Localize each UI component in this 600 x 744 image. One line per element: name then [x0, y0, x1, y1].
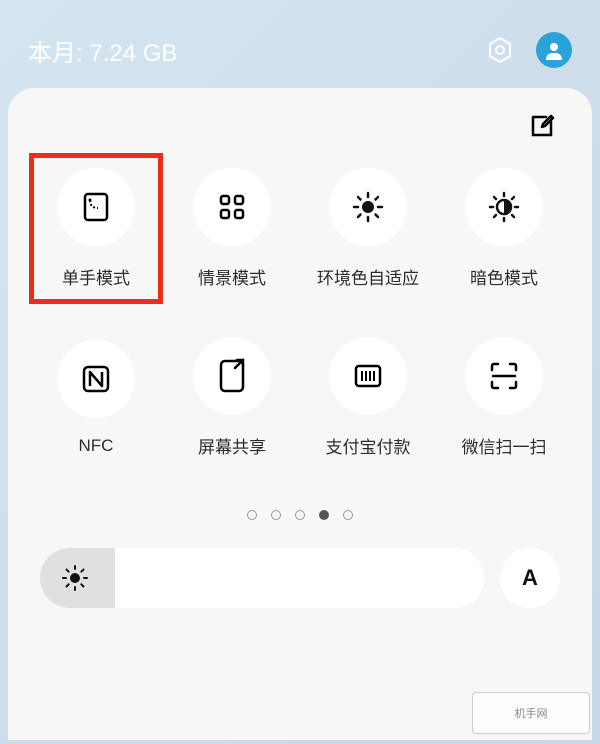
tile-label: 暗色模式: [470, 264, 538, 289]
auto-brightness-button[interactable]: A: [500, 548, 560, 608]
scan-icon: [465, 337, 543, 415]
tile-screen-share[interactable]: 屏幕共享: [168, 325, 296, 470]
page-dot[interactable]: [343, 510, 353, 520]
brightness-half-icon: [465, 168, 543, 246]
tile-scene-mode[interactable]: 情景模式: [168, 156, 296, 301]
grid-icon: [193, 168, 271, 246]
tile-label: 微信扫一扫: [462, 433, 547, 458]
edit-tiles-button[interactable]: [528, 112, 558, 142]
brightness-slider[interactable]: [40, 548, 484, 608]
tile-label: NFC: [79, 436, 114, 456]
tile-label: 情景模式: [198, 264, 266, 289]
quick-settings-panel: 单手模式 情景模式 环境色自适应 暗色模式 NFC 屏幕共享 支付宝付款 微信扫一扫: [8, 88, 592, 740]
status-bar: 本月: 7.24 GB: [0, 0, 600, 88]
sun-half-icon: [329, 168, 407, 246]
tile-wechat-scan[interactable]: 微信扫一扫: [440, 325, 568, 470]
auto-brightness-label: A: [522, 565, 538, 591]
user-avatar[interactable]: [536, 32, 572, 68]
tile-dark-mode[interactable]: 暗色模式: [440, 156, 568, 301]
data-usage-label: 本月:: [28, 40, 83, 67]
tiles-grid: 单手模式 情景模式 环境色自适应 暗色模式 NFC 屏幕共享 支付宝付款 微信扫一扫: [24, 152, 576, 474]
tile-alipay-pay[interactable]: 支付宝付款: [304, 325, 432, 470]
page-dot[interactable]: [319, 510, 329, 520]
screen-share-icon: [193, 337, 271, 415]
data-usage-value: 7.24 GB: [89, 40, 177, 67]
watermark: 机手网: [472, 692, 590, 734]
settings-button[interactable]: [484, 34, 516, 66]
page-dot[interactable]: [247, 510, 257, 520]
nfc-icon: [57, 340, 135, 418]
tile-label: 环境色自适应: [317, 264, 419, 289]
person-icon: [544, 40, 564, 60]
tile-label: 支付宝付款: [326, 433, 411, 458]
page-dot[interactable]: [295, 510, 305, 520]
barcode-icon: [329, 337, 407, 415]
brightness-sun-icon: [62, 565, 88, 591]
tile-label: 单手模式: [62, 264, 130, 289]
edit-icon: [528, 112, 556, 140]
one-hand-icon: [57, 168, 135, 246]
tile-label: 屏幕共享: [198, 433, 266, 458]
page-indicator[interactable]: [24, 510, 576, 520]
tile-one-hand-mode[interactable]: 单手模式: [32, 156, 160, 301]
tile-nfc[interactable]: NFC: [32, 325, 160, 470]
hexagon-settings-icon: [485, 35, 515, 65]
page-dot[interactable]: [271, 510, 281, 520]
data-usage[interactable]: 本月: 7.24 GB: [28, 33, 177, 68]
tile-ambient-color[interactable]: 环境色自适应: [304, 156, 432, 301]
brightness-row: A: [24, 548, 576, 608]
